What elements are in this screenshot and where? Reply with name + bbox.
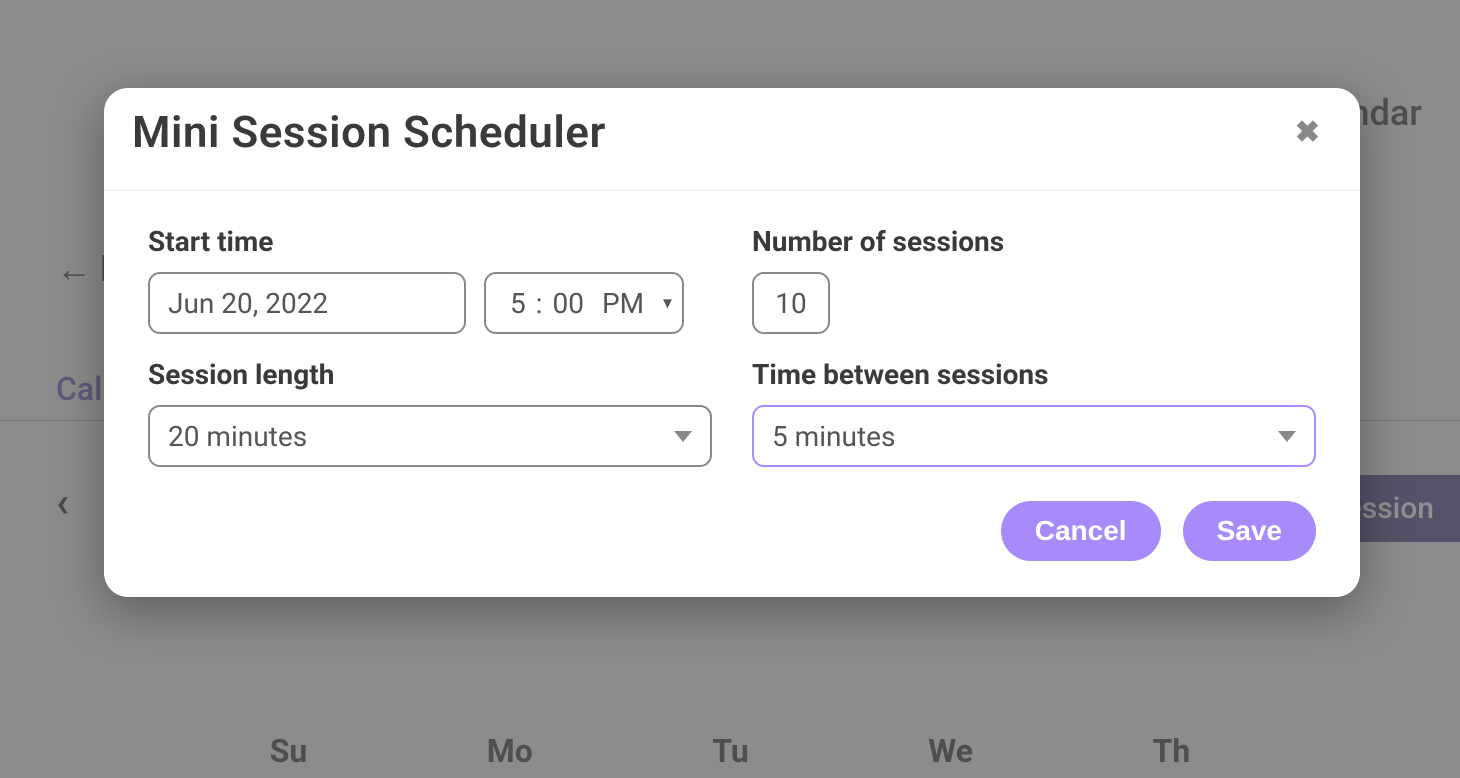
start-date-input[interactable]: Jun 20, 2022 bbox=[148, 272, 466, 334]
close-icon[interactable]: ✖ bbox=[1289, 111, 1326, 154]
time-between-label: Time between sessions bbox=[752, 358, 1316, 391]
start-time-input[interactable]: 5 : 00 PM ▾ bbox=[484, 272, 684, 334]
time-hour: 5 bbox=[510, 287, 526, 320]
cancel-button[interactable]: Cancel bbox=[1001, 501, 1161, 561]
sessions-count-group: Number of sessions 10 bbox=[752, 225, 1316, 334]
chevron-down-icon bbox=[1278, 431, 1296, 442]
session-length-group: Session length 20 minutes bbox=[148, 358, 712, 467]
session-length-select[interactable]: 20 minutes bbox=[148, 405, 712, 467]
modal-body: Start time Jun 20, 2022 5 : 00 PM ▾ Numb… bbox=[104, 191, 1360, 491]
time-ampm: PM bbox=[602, 287, 644, 320]
modal-footer: Cancel Save bbox=[104, 491, 1360, 597]
session-length-label: Session length bbox=[148, 358, 712, 391]
chevron-down-icon: ▾ bbox=[663, 293, 672, 314]
modal-header: Mini Session Scheduler ✖ bbox=[104, 88, 1360, 191]
time-between-select[interactable]: 5 minutes bbox=[752, 405, 1316, 467]
time-minute: 00 bbox=[552, 287, 583, 320]
mini-session-scheduler-modal: Mini Session Scheduler ✖ Start time Jun … bbox=[104, 88, 1360, 597]
start-time-label: Start time bbox=[148, 225, 712, 258]
modal-title: Mini Session Scheduler bbox=[132, 106, 606, 158]
sessions-count-label: Number of sessions bbox=[752, 225, 1316, 258]
session-length-value: 20 minutes bbox=[168, 420, 307, 453]
time-between-value: 5 minutes bbox=[772, 420, 895, 453]
time-sep: : bbox=[532, 287, 547, 320]
sessions-count-input[interactable]: 10 bbox=[752, 272, 830, 334]
chevron-down-icon bbox=[674, 431, 692, 442]
save-button[interactable]: Save bbox=[1183, 501, 1316, 561]
time-between-group: Time between sessions 5 minutes bbox=[752, 358, 1316, 467]
start-time-group: Start time Jun 20, 2022 5 : 00 PM ▾ bbox=[148, 225, 712, 334]
